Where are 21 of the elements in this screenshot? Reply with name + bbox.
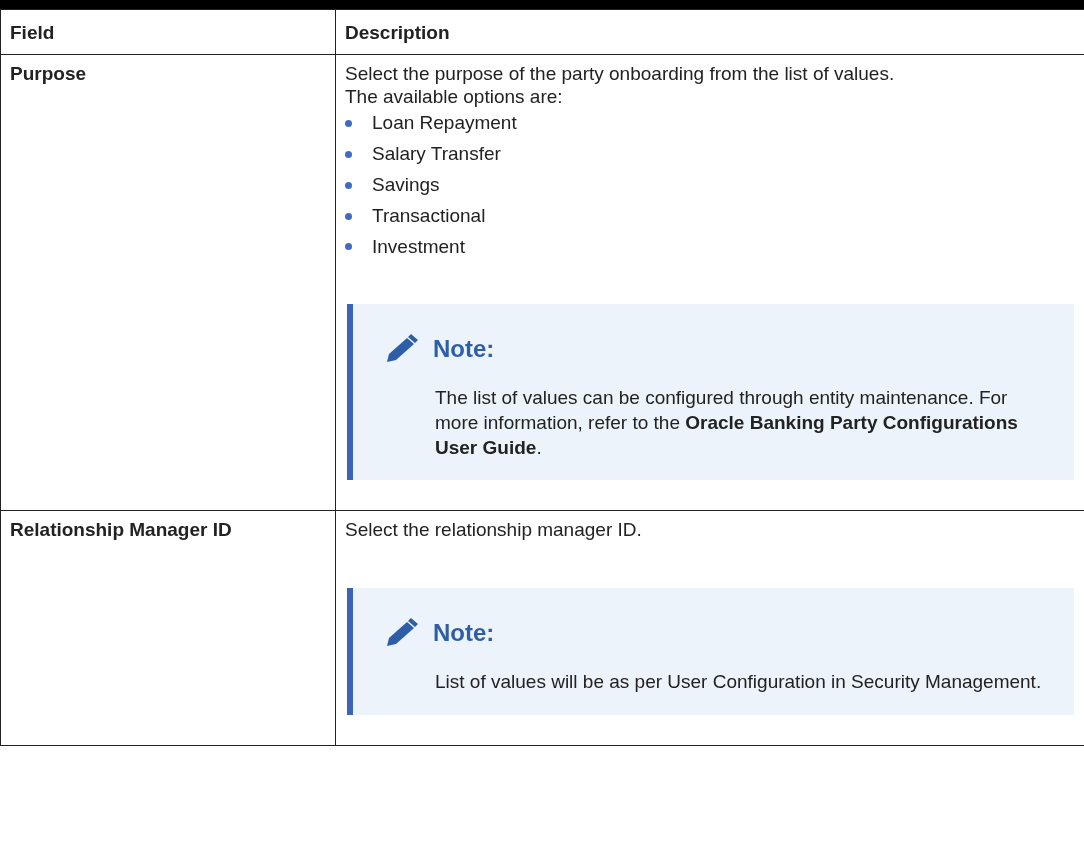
bullet-icon — [345, 181, 352, 189]
note-text: List of values will be as per User Configuration in Security Management. — [434, 670, 1043, 695]
field-name: Relationship Manager ID — [0, 510, 336, 746]
description-text: Select the purpose of the party onboarding from the list of values. — [345, 62, 896, 86]
description-text: Select the relationship manager ID. — [345, 519, 643, 543]
column-header: Field — [0, 9, 336, 55]
note-text: The list of values can be configured through entity maintenance. For more information, refer to the Oracle Banking Party Configurations User Guide. — [434, 386, 1019, 460]
option-text: Transactional — [372, 204, 486, 228]
option-text: Loan Repayment — [372, 112, 517, 136]
bullet-icon — [345, 120, 352, 128]
option-text: Savings — [372, 174, 440, 197]
column-header: Description — [335, 9, 1084, 55]
note-title: Note: — [433, 618, 495, 648]
bullet-icon — [345, 151, 352, 159]
bullet-icon — [345, 212, 352, 220]
description-text: The available options are: — [345, 85, 564, 109]
field-name: Purpose — [0, 54, 336, 511]
note-title: Note: — [433, 334, 495, 364]
option-text: Salary Transfer — [372, 143, 501, 166]
option-text: Investment — [372, 235, 465, 259]
bullet-icon — [345, 243, 352, 251]
